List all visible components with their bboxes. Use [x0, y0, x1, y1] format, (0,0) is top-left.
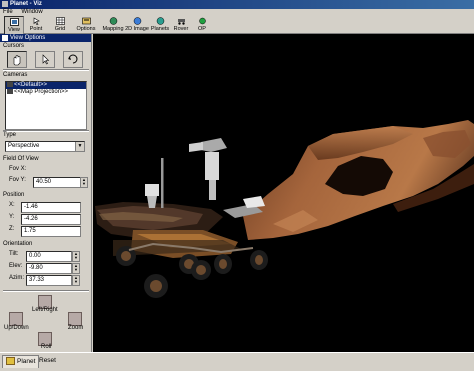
planets-button-label: Planets	[150, 26, 170, 32]
pos-y-label: Y:	[9, 214, 15, 220]
fov-y-label: Fov Y:	[9, 177, 26, 183]
rotate-cursor-button[interactable]	[63, 51, 83, 68]
field-of-view-label: Field Of View	[3, 156, 39, 162]
point-button-label: Point	[29, 26, 43, 32]
options-icon	[81, 17, 91, 25]
bottom-tab-bar: Planet Reset	[0, 352, 474, 371]
elev-field[interactable]: -9.80	[26, 263, 72, 274]
mapping-icon	[109, 17, 117, 25]
grid-button-label: Grid	[54, 26, 66, 32]
rover-button[interactable]: Rover	[172, 16, 190, 33]
tab-reset-label: Reset	[39, 357, 56, 364]
rover-model	[95, 138, 268, 298]
terrain-patch	[243, 120, 474, 240]
up-down-control[interactable]	[9, 312, 23, 326]
fov-y-spinner[interactable]: ▲ ▼	[80, 177, 88, 188]
camera-item-label: <<Default>>	[14, 82, 48, 89]
tilt-label: Tilt:	[9, 251, 19, 257]
zoom-control[interactable]	[68, 312, 82, 326]
fov-x-label: Fov X:	[9, 166, 27, 172]
tab-reset[interactable]: Reset	[36, 355, 59, 367]
3d-viewport[interactable]	[93, 34, 474, 352]
toolbar: View Point Grid Options Mapping 2D Image…	[0, 16, 474, 35]
options-button-label: Options	[76, 26, 96, 32]
point-button[interactable]: Point	[26, 16, 46, 33]
camera-icon	[7, 89, 13, 94]
planets-button[interactable]: Planets	[149, 16, 171, 33]
hand-icon	[13, 55, 21, 66]
camera-type-value: Perspective	[8, 143, 40, 149]
menu-window[interactable]: Window	[21, 9, 42, 15]
orientation-label: Orientation	[3, 241, 33, 247]
azim-field[interactable]: 37.33	[26, 275, 72, 286]
separator	[3, 290, 89, 292]
chevron-down-icon[interactable]: ▼	[75, 142, 84, 151]
azim-label: Azim:	[9, 275, 24, 281]
camera-icon	[7, 82, 13, 87]
planets-icon	[156, 17, 164, 25]
tab-planet-label: Planet	[17, 358, 36, 365]
zoom-label: Zoom	[68, 325, 84, 331]
op-button-label: OP	[198, 26, 206, 32]
rotate-icon	[68, 54, 78, 64]
menu-bar: File Window	[0, 9, 474, 16]
hand-cursor-button[interactable]	[7, 51, 27, 68]
elev-spinner[interactable]: ▲ ▼	[72, 263, 80, 274]
cursors-label: Cursors	[3, 43, 25, 49]
folder-icon	[6, 357, 15, 366]
pos-x-field[interactable]: -1.46	[21, 202, 81, 213]
fov-y-field[interactable]: 40.50	[33, 177, 81, 188]
elev-label: Elev:	[9, 263, 23, 269]
up-down-label: Up/Down	[4, 325, 29, 331]
options-button[interactable]: Options	[75, 16, 97, 33]
pointer-cursor-button[interactable]	[35, 51, 55, 68]
pointer-icon	[42, 54, 50, 65]
rover-icon	[177, 19, 185, 25]
camera-item-map-projection[interactable]: <<Map Projection>>	[6, 89, 86, 96]
tilt-spinner[interactable]: ▲ ▼	[72, 251, 80, 262]
position-label: Position	[3, 192, 25, 198]
image-2d-icon	[133, 17, 141, 25]
view-options-header: View Options	[0, 34, 91, 42]
window-title: Planet - Viz	[10, 1, 42, 7]
image-2d-button-label: 2D Image	[125, 26, 149, 32]
azim-spinner[interactable]: ▲ ▼	[72, 275, 80, 286]
view-icon	[9, 18, 19, 26]
menu-file[interactable]: File	[3, 9, 13, 15]
point-icon	[33, 17, 40, 25]
view-button-label: View	[8, 27, 20, 33]
pos-z-label: Z:	[9, 226, 15, 232]
title-bar: Planet - Viz	[0, 0, 474, 9]
camera-type-select[interactable]: Perspective ▼	[5, 141, 85, 152]
grid-icon	[55, 17, 65, 25]
cameras-label: Cameras	[3, 72, 28, 78]
pos-x-label: X:	[9, 202, 15, 208]
tab-planet[interactable]: Planet	[2, 355, 40, 368]
view-options-panel: View Options Cursors Cameras <<Default>>…	[0, 34, 92, 352]
image-2d-button[interactable]: 2D Image	[125, 16, 149, 33]
cameras-list[interactable]: <<Default>> <<Map Projection>>	[5, 81, 87, 130]
tilt-field[interactable]: 0.00	[26, 251, 72, 262]
mars-scene	[95, 120, 474, 298]
separator	[3, 69, 89, 71]
panel-icon	[2, 35, 8, 41]
op-button[interactable]: OP	[195, 16, 209, 33]
mapping-button[interactable]: Mapping	[101, 16, 125, 33]
mapping-button-label: Mapping	[102, 26, 124, 32]
op-icon	[198, 17, 206, 25]
pos-z-field[interactable]: 1.75	[21, 226, 81, 237]
camera-item-label: <<Map Projection>>	[14, 89, 69, 96]
rover-button-label: Rover	[173, 26, 189, 32]
panel-title: View Options	[10, 35, 46, 41]
roll-label: Roll	[41, 344, 52, 350]
type-label: Type	[3, 132, 17, 138]
pos-y-field[interactable]: -4.26	[21, 214, 81, 225]
left-right-label: Left/Right	[32, 307, 58, 313]
camera-item-default[interactable]: <<Default>>	[6, 82, 86, 89]
grid-button[interactable]: Grid	[50, 16, 70, 33]
view-button[interactable]: View	[4, 16, 24, 35]
app-icon	[2, 1, 8, 7]
